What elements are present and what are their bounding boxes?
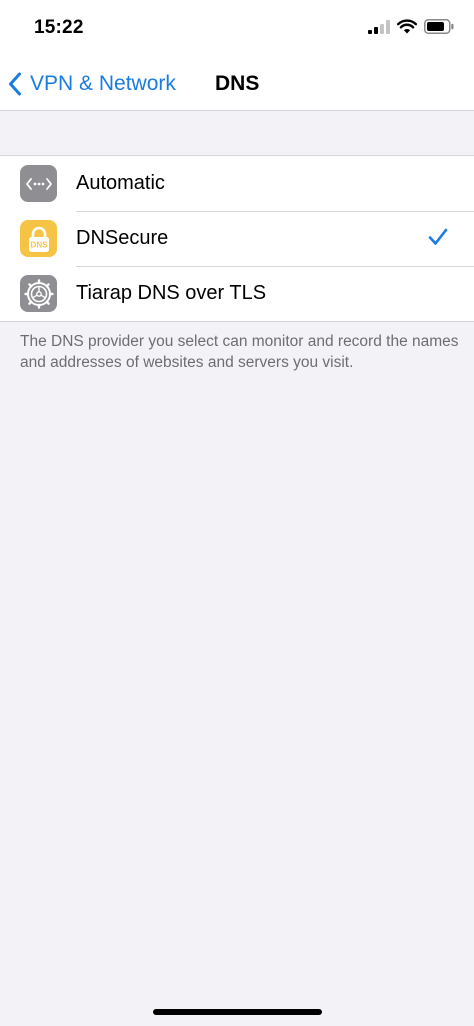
- back-button[interactable]: VPN & Network: [8, 68, 176, 100]
- dns-icon-text: DNS: [30, 240, 48, 249]
- dns-options-list: Automatic DNS DNSecure Tiarap DNS over T…: [0, 155, 474, 322]
- option-automatic[interactable]: Automatic: [0, 156, 474, 211]
- battery-icon: [424, 19, 454, 34]
- cellular-signal-icon: [368, 19, 390, 34]
- footer-note: The DNS provider you select can monitor …: [20, 333, 459, 371]
- chevron-left-icon: [9, 72, 21, 96]
- option-label: Automatic: [76, 172, 165, 194]
- option-label: Tiarap DNS over TLS: [76, 282, 267, 304]
- status-icons: [368, 19, 454, 34]
- option-tiarap-dns-over-tls[interactable]: Tiarap DNS over TLS: [0, 266, 474, 321]
- page-title: DNS: [215, 72, 260, 95]
- wifi-icon: [397, 19, 417, 34]
- option-dnsecure[interactable]: DNS DNSecure: [0, 211, 474, 266]
- back-button-label: VPN & Network: [30, 72, 176, 95]
- navigation-bar: VPN & Network DNS: [0, 58, 474, 111]
- checkmark-icon: [428, 228, 448, 245]
- option-label: DNSecure: [76, 227, 169, 249]
- status-time: 15:22: [34, 17, 84, 38]
- dots-arrows-icon: [20, 165, 57, 202]
- dns-lock-icon: DNS: [20, 220, 57, 257]
- status-bar: 15:22: [0, 0, 474, 58]
- gear-icon: [20, 275, 57, 312]
- home-indicator[interactable]: [153, 1009, 322, 1015]
